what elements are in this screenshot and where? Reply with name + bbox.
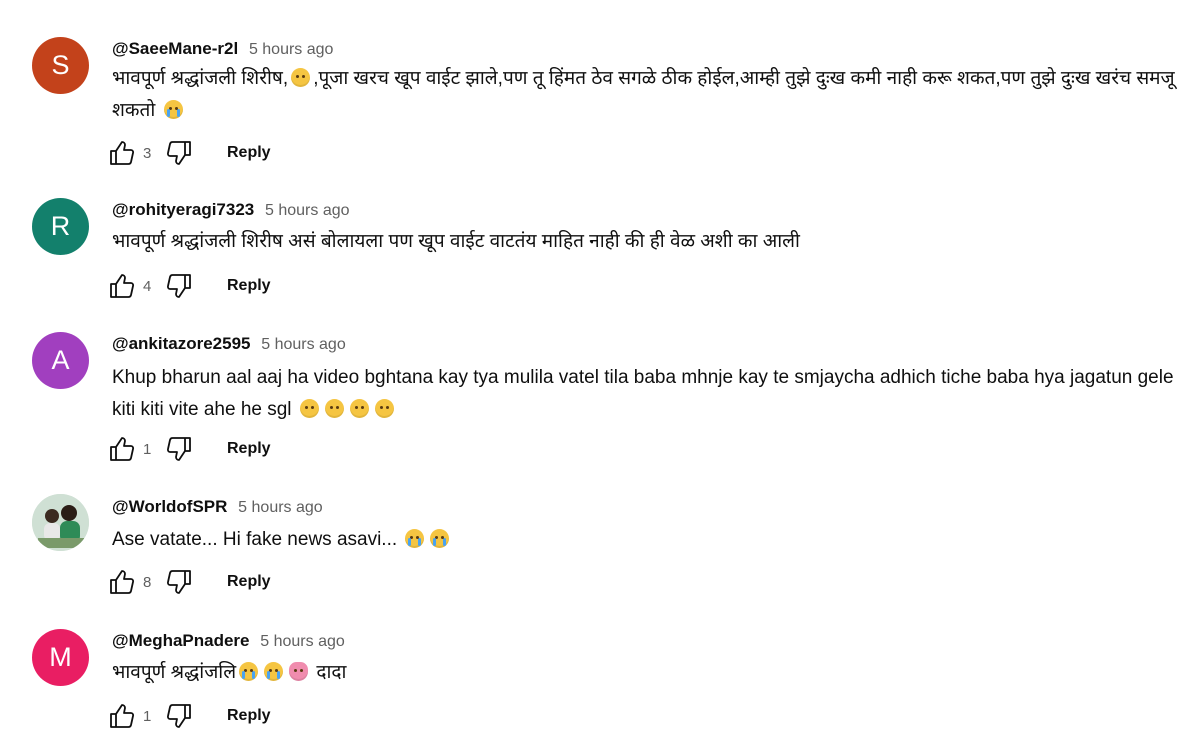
comment-header: @MeghaPnadere 5 hours ago <box>112 631 345 651</box>
avatar-letter: S <box>51 50 70 80</box>
comment-text: भावपूर्ण श्रद्धांजलि दादा <box>112 657 1192 689</box>
comment-actions: 4 Reply <box>108 272 271 300</box>
avatar-letter: R <box>50 211 71 241</box>
thumbs-down-icon[interactable] <box>165 435 193 463</box>
avatar[interactable] <box>32 494 89 551</box>
reply-button[interactable]: Reply <box>227 440 271 458</box>
avatar-letter: A <box>51 345 70 375</box>
thumbs-down-icon[interactable] <box>165 568 193 596</box>
comment-text: भावपूर्ण श्रद्धांजली शिरीष असं बोलायला प… <box>112 231 800 252</box>
author-handle[interactable]: @rohityeragi7323 <box>112 200 254 219</box>
like-count: 4 <box>143 277 152 295</box>
thumbs-up-icon[interactable] <box>108 435 136 463</box>
reply-button[interactable]: Reply <box>227 277 271 295</box>
crying-face-emoji <box>430 529 450 548</box>
like-count: 1 <box>143 440 152 458</box>
author-handle[interactable]: @WorldofSPR <box>112 497 227 516</box>
comment-actions: 1 Reply <box>108 435 271 463</box>
sad-face-emoji <box>324 399 344 418</box>
comment-header: @rohityeragi7323 5 hours ago <box>112 200 350 220</box>
author-handle[interactable]: @SaeeMane-r2l <box>112 39 238 58</box>
like-count: 3 <box>143 144 152 162</box>
timestamp[interactable]: 5 hours ago <box>260 633 345 650</box>
reply-button[interactable]: Reply <box>227 707 271 725</box>
avatar[interactable]: M <box>32 629 89 686</box>
avatar-photo-icon <box>32 494 89 551</box>
comment-header: @SaeeMane-r2l 5 hours ago <box>112 39 333 59</box>
avatar[interactable]: A <box>32 332 89 389</box>
comment-text-part: Khup bharun aal aaj ha video bghtana kay… <box>112 367 1174 420</box>
comment-header: @WorldofSPR 5 hours ago <box>112 497 323 517</box>
avatar-letter: M <box>49 642 72 672</box>
avatar[interactable]: R <box>32 198 89 255</box>
sad-face-emoji <box>374 399 394 418</box>
comment-actions: 8 Reply <box>108 568 271 596</box>
timestamp[interactable]: 5 hours ago <box>265 202 350 219</box>
thumbs-up-icon[interactable] <box>108 702 136 730</box>
author-handle[interactable]: @MeghaPnadere <box>112 631 250 650</box>
crying-face-emoji <box>264 662 284 681</box>
comment-text-part: दादा <box>311 662 347 683</box>
reply-button[interactable]: Reply <box>227 144 271 162</box>
comment-text: भावपूर्ण श्रद्धांजली शिरीष, ,पूजा खरच खूप… <box>112 63 1192 127</box>
comment-text-part: भावपूर्ण श्रद्धांजलि <box>112 662 237 683</box>
thumbs-up-icon[interactable] <box>108 568 136 596</box>
timestamp[interactable]: 5 hours ago <box>238 499 323 516</box>
crying-face-emoji <box>405 529 425 548</box>
crying-face-emoji <box>239 662 259 681</box>
comment-header: @ankitazore2595 5 hours ago <box>112 334 346 354</box>
comments-section: S @SaeeMane-r2l 5 hours ago भावपूर्ण श्र… <box>0 0 1200 738</box>
reply-button[interactable]: Reply <box>227 573 271 591</box>
sad-face-emoji <box>299 399 319 418</box>
like-count: 1 <box>143 707 152 725</box>
thumbs-up-icon[interactable] <box>108 272 136 300</box>
bouquet-emoji <box>289 662 309 681</box>
thumbs-up-icon[interactable] <box>108 139 136 167</box>
sad-face-emoji <box>349 399 369 418</box>
author-handle[interactable]: @ankitazore2595 <box>112 334 250 353</box>
timestamp[interactable]: 5 hours ago <box>249 41 334 58</box>
comment-text: Ase vatate... Hi fake news asavi... <box>112 524 1192 556</box>
comment-actions: 3 Reply <box>108 139 271 167</box>
crying-face-emoji <box>163 100 183 119</box>
comment-text-part: भावपूर्ण श्रद्धांजली शिरीष, <box>112 68 289 89</box>
like-count: 8 <box>143 573 152 591</box>
thumbs-down-icon[interactable] <box>165 139 193 167</box>
thumbs-down-icon[interactable] <box>165 272 193 300</box>
comment-text-part: Ase vatate... Hi fake news asavi... <box>112 529 398 550</box>
comment-actions: 1 Reply <box>108 702 271 730</box>
comment-text: Khup bharun aal aaj ha video bghtana kay… <box>112 362 1192 426</box>
avatar[interactable]: S <box>32 37 89 94</box>
sad-face-emoji <box>291 68 311 87</box>
timestamp[interactable]: 5 hours ago <box>261 336 346 353</box>
thumbs-down-icon[interactable] <box>165 702 193 730</box>
previous-comment-actions-fragment <box>108 0 178 4</box>
